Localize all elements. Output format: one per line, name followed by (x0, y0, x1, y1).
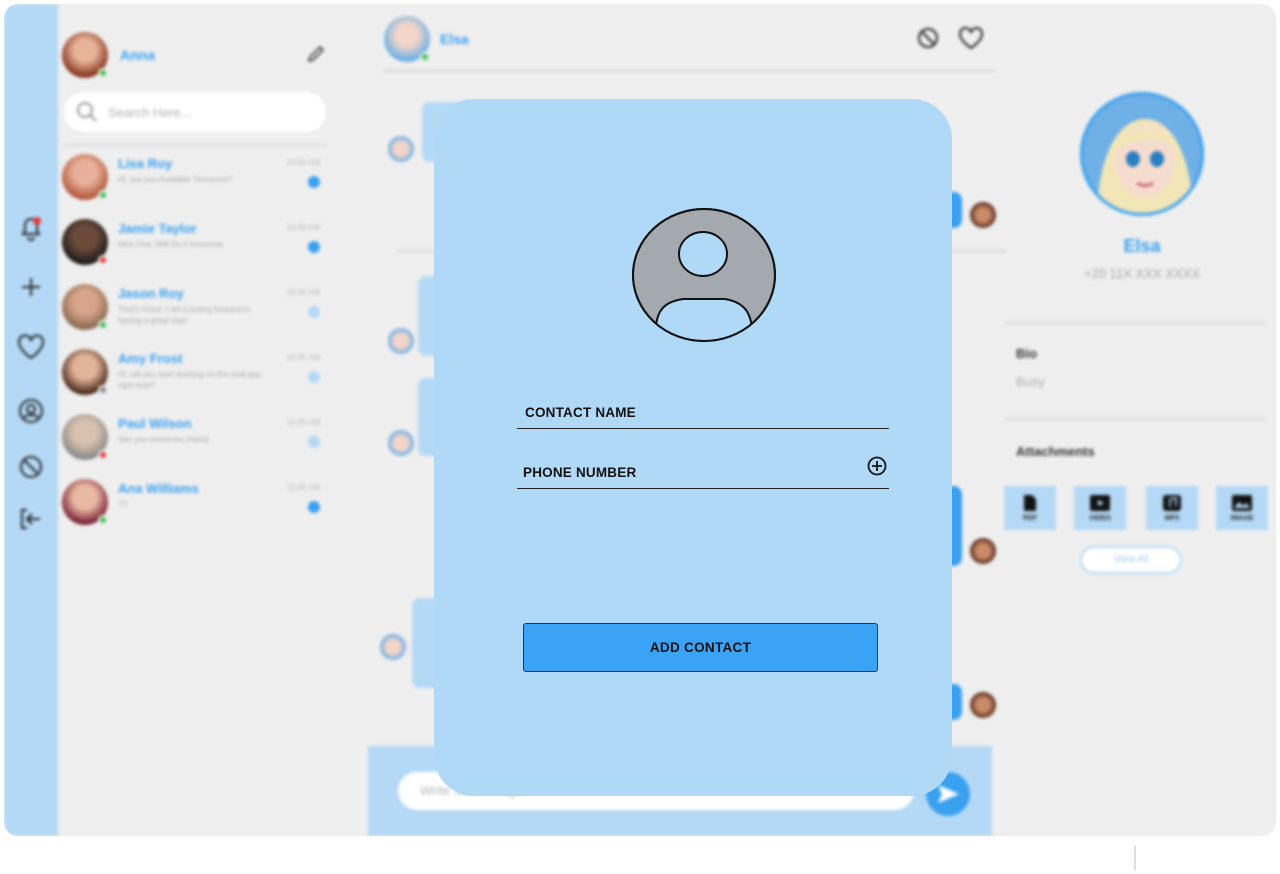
conversation-contact-name: Elsa (440, 31, 469, 47)
chat-preview: See you tomorrow champ (118, 435, 210, 444)
contact-name-field (517, 389, 889, 429)
header-actions (916, 26, 984, 50)
logout-icon[interactable] (16, 504, 46, 534)
chat-preview: Hi, will you start working on the chat a… (118, 370, 262, 390)
view-all-button[interactable]: View All (1080, 546, 1182, 574)
list-item[interactable]: Amy Frost Hi, will you start working on … (62, 347, 326, 403)
list-item[interactable]: Ana Williams ?? 10:35 AM (62, 477, 326, 533)
conversation-header: Elsa (384, 16, 469, 62)
list-item[interactable]: Paul Wilson See you tomorrow champ 10:35… (62, 412, 326, 468)
phone-number-input[interactable] (523, 465, 843, 480)
chat-name: Jason Roy (118, 286, 184, 301)
chat-preview: ?? (118, 500, 127, 509)
search-icon (77, 102, 97, 122)
list-item[interactable]: Jason Roy That's Great. I am Looking for… (62, 282, 326, 338)
chat-list-panel: Anna Search Here... Lisa Roy Hi, are you… (58, 4, 340, 836)
phone-number-field (517, 449, 889, 489)
block-icon[interactable] (16, 452, 46, 482)
divider (62, 144, 326, 146)
chat-name: Jamie Taylor (118, 221, 197, 236)
avatar (380, 634, 406, 660)
bio-value: Busy (1016, 374, 1045, 389)
chat-time: 10:35 AM (286, 353, 320, 362)
chat-name: Amy Frost (118, 351, 183, 366)
add-contact-modal: ADD CONTACT (434, 99, 952, 796)
block-icon[interactable] (916, 26, 940, 50)
attachment-pdf[interactable]: PDF (1004, 486, 1056, 530)
unread-badge (308, 241, 320, 253)
chat-time: 10:35 AM (286, 418, 320, 427)
video-icon (1090, 495, 1110, 511)
current-user: Anna (62, 32, 155, 78)
divider (1134, 846, 1136, 870)
chat-app-window: Anna Search Here... Lisa Roy Hi, are you… (4, 4, 1276, 836)
chat-time: 10:35 AM (286, 288, 320, 297)
plus-icon[interactable] (16, 272, 46, 302)
heart-icon[interactable] (16, 332, 46, 362)
attachment-image[interactable]: IMAGE (1216, 486, 1268, 530)
read-badge (308, 371, 320, 383)
attachment-video[interactable]: VIDEO (1074, 486, 1126, 530)
avatar (970, 692, 996, 718)
profile-name: Elsa (1123, 236, 1161, 256)
pencil-icon[interactable] (306, 44, 326, 69)
avatar (388, 136, 414, 162)
chat-name: Ana Williams (118, 481, 199, 496)
avatar (970, 538, 996, 564)
avatar[interactable] (384, 16, 430, 62)
chat-time: 10:35 AM (286, 223, 320, 232)
unread-badge (308, 176, 320, 188)
read-badge (308, 306, 320, 318)
list-item[interactable]: Jamie Taylor Nice One. Will Do it tomorr… (62, 217, 326, 273)
profile-chat-icon[interactable] (16, 396, 46, 426)
attachment-mp3[interactable]: MP3 (1146, 486, 1198, 530)
list-item[interactable]: Lisa Roy Hi, are you Available Tomorrow?… (62, 152, 326, 208)
profile-phone: +20 11X XXX XXXX (1084, 266, 1200, 281)
bell-icon[interactable] (16, 214, 46, 244)
unread-badge (308, 501, 320, 513)
chat-time: 10:35 AM (286, 158, 320, 167)
avatar-placeholder-icon[interactable] (631, 207, 777, 348)
search-bar[interactable]: Search Here... (64, 92, 326, 132)
side-rail (4, 4, 58, 836)
divider (384, 70, 996, 72)
avatar (388, 430, 414, 456)
read-badge (308, 436, 320, 448)
document-icon (1024, 495, 1036, 511)
current-user-name: Anna (120, 47, 155, 63)
contact-profile-panel: Elsa +20 11X XXX XXXX Bio Busy Attachmen… (1002, 4, 1276, 836)
chat-name: Paul Wilson (118, 416, 192, 431)
add-contact-button[interactable]: ADD CONTACT (523, 623, 878, 672)
music-icon (1163, 495, 1181, 511)
search-input[interactable]: Search Here... (108, 105, 192, 120)
image-icon (1232, 495, 1252, 511)
chat-preview: Hi, are you Available Tomorrow? (118, 175, 233, 184)
contact-name-input[interactable] (525, 405, 845, 420)
profile-avatar (1080, 92, 1204, 216)
divider (1004, 418, 1266, 420)
chat-preview: Nice One. Will Do it tomorrow (118, 240, 223, 249)
avatar (388, 328, 414, 354)
divider (1004, 322, 1266, 324)
add-phone-icon[interactable] (867, 456, 887, 481)
chat-preview: That's Great. I am Looking forward to ha… (118, 305, 250, 325)
chat-time: 10:35 AM (286, 483, 320, 492)
bio-label: Bio (1016, 346, 1037, 361)
avatar (970, 202, 996, 228)
avatar[interactable] (62, 32, 108, 78)
heart-icon[interactable] (958, 26, 984, 50)
attachments-label: Attachments (1016, 444, 1095, 459)
chat-name: Lisa Roy (118, 156, 173, 171)
